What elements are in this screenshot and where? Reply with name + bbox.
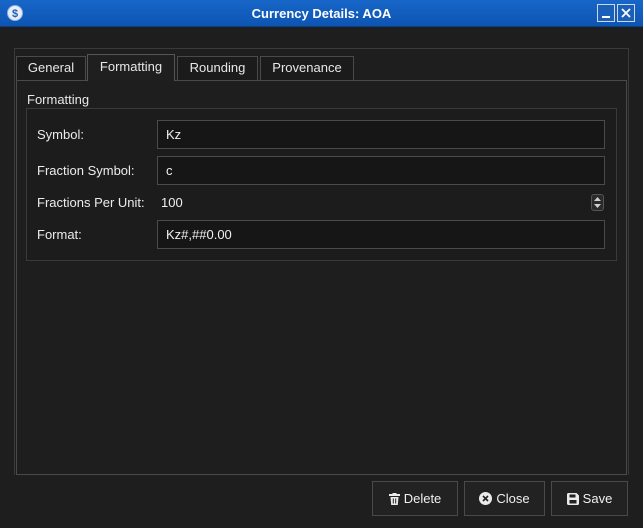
- delete-button-label: Delete: [403, 491, 442, 506]
- tab-provenance[interactable]: Provenance: [260, 56, 354, 80]
- tab-rounding[interactable]: Rounding: [177, 56, 258, 80]
- close-button-label: Close: [496, 491, 530, 506]
- group-title: Formatting: [27, 92, 90, 107]
- window-title: Currency Details: AOA: [251, 6, 392, 21]
- title-bar[interactable]: $ Currency Details: AOA: [0, 0, 643, 27]
- tab-general[interactable]: General: [16, 56, 86, 80]
- minimize-button[interactable]: [597, 4, 615, 22]
- delete-button[interactable]: Delete: [372, 481, 458, 516]
- close-button[interactable]: Close: [464, 481, 545, 516]
- trash-icon: [388, 493, 400, 505]
- stepper-arrows[interactable]: [591, 194, 604, 211]
- save-button[interactable]: Save: [551, 481, 628, 516]
- save-button-label: Save: [582, 491, 613, 506]
- close-circle-icon: [479, 492, 493, 505]
- fraction-symbol-label: Fraction Symbol:: [37, 163, 135, 178]
- fractions-per-unit-stepper[interactable]: 100: [157, 193, 605, 213]
- fractions-per-unit-label: Fractions Per Unit:: [37, 195, 145, 210]
- close-window-button[interactable]: [617, 4, 635, 22]
- symbol-field[interactable]: Kz: [157, 120, 605, 149]
- symbol-label: Symbol:: [37, 127, 84, 142]
- save-icon: [566, 493, 579, 505]
- fraction-symbol-field[interactable]: c: [157, 156, 605, 185]
- tab-formatting[interactable]: Formatting: [87, 54, 175, 81]
- format-label: Format:: [37, 227, 82, 242]
- up-down-arrow-icon: [594, 197, 601, 208]
- format-field[interactable]: Kz#,##0.00: [157, 220, 605, 249]
- close-icon: [621, 8, 631, 18]
